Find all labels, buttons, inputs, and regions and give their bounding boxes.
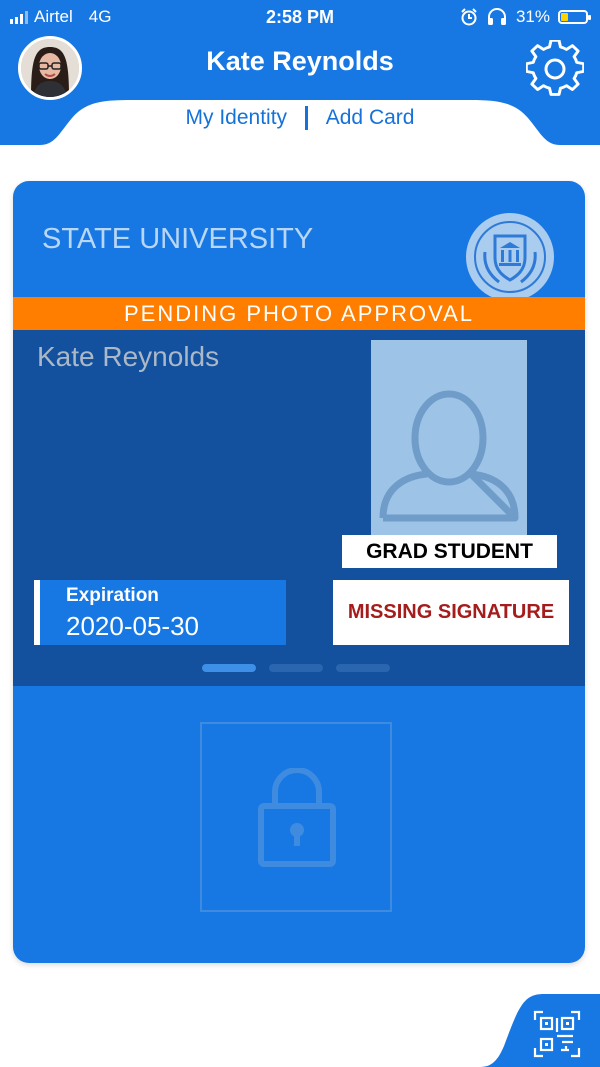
tab-my-identity[interactable]: My Identity xyxy=(186,106,288,130)
tab-add-card[interactable]: Add Card xyxy=(326,106,415,130)
page-dot[interactable] xyxy=(336,664,390,672)
expiration-date: 2020-05-30 xyxy=(66,611,199,641)
page-dot[interactable] xyxy=(202,664,256,672)
signature-status: MISSING SIGNATURE xyxy=(333,580,569,645)
page-dot[interactable] xyxy=(269,664,323,672)
id-card[interactable]: STATE UNIVERSITY PENDING PHOTO APPROVAL … xyxy=(13,181,585,963)
battery-icon xyxy=(558,10,591,24)
pending-banner: PENDING PHOTO APPROVAL xyxy=(13,297,585,330)
university-crest-icon xyxy=(466,213,554,301)
role-badge: GRAD STUDENT xyxy=(342,535,557,568)
alarm-icon xyxy=(461,8,477,26)
battery-percent: 31% xyxy=(515,7,550,26)
qr-code-button[interactable] xyxy=(480,994,600,1067)
page-indicator[interactable] xyxy=(202,664,390,672)
expiration-label: Expiration xyxy=(66,585,159,606)
gear-icon[interactable] xyxy=(526,40,584,98)
header-bar: Airtel 4G 2:58 PM 31% Kate Reynolds My I… xyxy=(0,0,600,145)
app-screen: Airtel 4G 2:58 PM 31% Kate Reynolds My I… xyxy=(0,0,600,1067)
page-title: Kate Reynolds xyxy=(206,46,394,76)
locked-content-area[interactable] xyxy=(200,722,392,912)
card-holder-name: Kate Reynolds xyxy=(37,341,220,372)
headphones-icon xyxy=(487,8,506,25)
status-right: 31% xyxy=(460,7,591,27)
lock-icon xyxy=(258,768,336,867)
person-placeholder-icon xyxy=(379,390,519,522)
expiration-box: Expiration 2020-05-30 xyxy=(34,580,286,645)
identity-tabs: My Identity Add Card xyxy=(0,106,600,131)
battery-level xyxy=(561,13,568,21)
institution-name: STATE UNIVERSITY xyxy=(42,223,314,255)
tab-separator xyxy=(304,106,308,131)
status-bar: Airtel 4G 2:58 PM 31% xyxy=(0,0,600,34)
photo-placeholder xyxy=(371,340,527,536)
